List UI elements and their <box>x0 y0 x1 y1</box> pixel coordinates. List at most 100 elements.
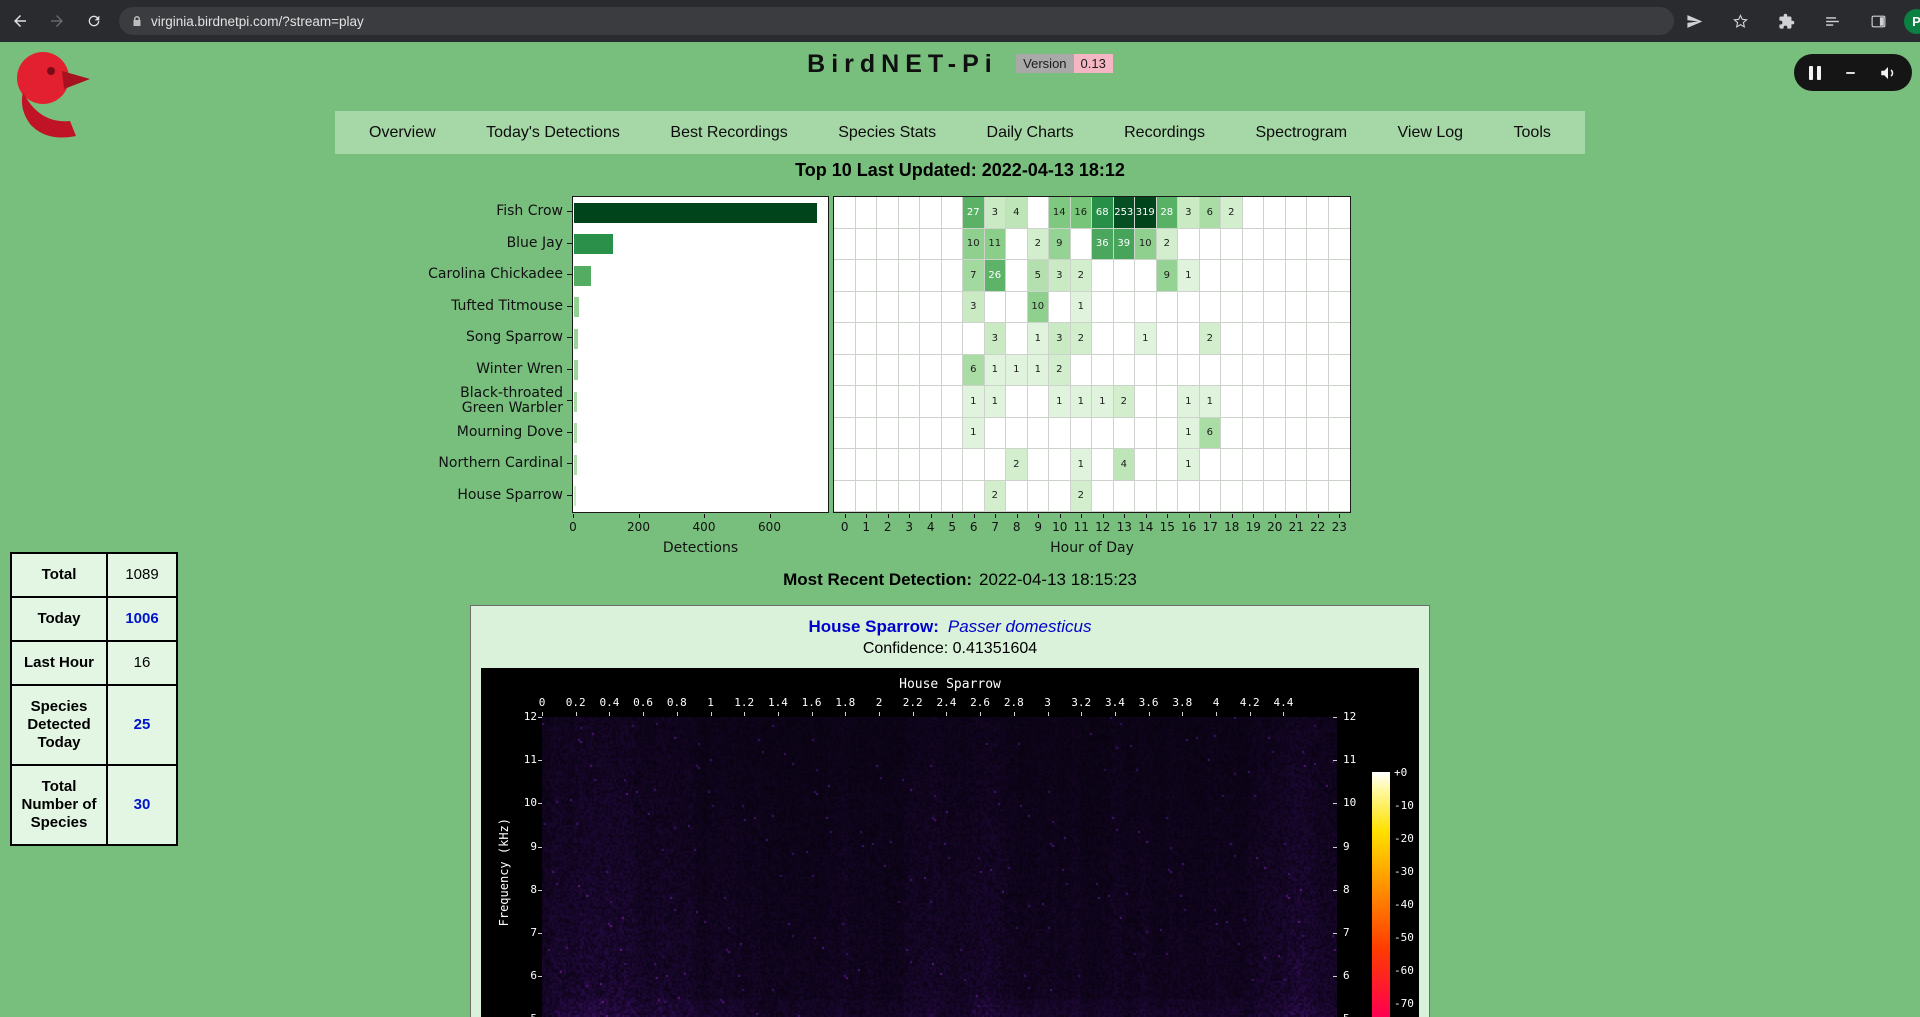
share-button[interactable] <box>1677 4 1711 38</box>
spectrogram-time-tickmark <box>980 712 981 716</box>
heatmap-cell <box>1200 229 1222 261</box>
heatmap-cell <box>1200 449 1222 481</box>
stat-value[interactable]: 30 <box>107 765 177 845</box>
spectrogram-freq-tickmark <box>1333 717 1337 718</box>
hour-axis-tickmark <box>1318 514 1319 518</box>
heatmap-cell <box>1221 481 1243 513</box>
hour-axis-tick: 6 <box>970 520 978 534</box>
spectrogram-freq-tick: 11 <box>493 753 537 766</box>
hour-axis-tickmark <box>1124 514 1125 518</box>
heatmap-cell <box>1092 481 1114 513</box>
nav-item-overview[interactable]: Overview <box>369 124 436 142</box>
hour-axis-tickmark <box>1253 514 1254 518</box>
extensions-button[interactable] <box>1769 4 1803 38</box>
bookmark-button[interactable] <box>1723 4 1757 38</box>
heatmap-cell: 1 <box>1006 355 1028 387</box>
heatmap-cell <box>856 260 878 292</box>
stats-row: Last Hour16 <box>11 641 177 685</box>
nav-item-view-log[interactable]: View Log <box>1398 124 1464 142</box>
nav-item-recordings[interactable]: Recordings <box>1124 124 1205 142</box>
heatmap-cell <box>1028 386 1050 418</box>
hour-axis-tickmark <box>1189 514 1190 518</box>
audio-timeline[interactable] <box>1846 72 1855 74</box>
side-panel-button[interactable] <box>1861 4 1895 38</box>
heatmap-cell <box>1006 229 1028 261</box>
version-value: 0.13 <box>1074 54 1113 73</box>
heatmap-cell <box>1286 197 1308 229</box>
spectrogram-time-tickmark <box>1115 712 1116 716</box>
heatmap-cell: 2 <box>1114 386 1136 418</box>
heatmap-cell <box>920 197 942 229</box>
heatmap-cell <box>877 292 899 324</box>
forward-button[interactable] <box>40 4 74 38</box>
heatmap-cell: 6 <box>1200 197 1222 229</box>
heatmap-cell: 1 <box>1178 260 1200 292</box>
queue-icon <box>1824 13 1841 30</box>
heatmap-cell <box>1135 481 1157 513</box>
url-bar[interactable]: virginia.birdnetpi.com/?stream=play <box>119 7 1674 35</box>
nav-item-best-recordings[interactable]: Best Recordings <box>670 124 787 142</box>
hour-axis-tickmark <box>888 514 889 518</box>
nav-item-today-s-detections[interactable]: Today's Detections <box>486 124 620 142</box>
nav-item-tools[interactable]: Tools <box>1514 124 1551 142</box>
heatmap-cell <box>920 449 942 481</box>
heatmap-cell <box>1329 386 1351 418</box>
spectrogram-time-tickmark <box>845 712 846 716</box>
species-label: Mourning Dove <box>420 417 572 449</box>
stat-value[interactable]: 25 <box>107 685 177 765</box>
reload-button[interactable] <box>77 4 111 38</box>
heatmap-cell <box>1307 323 1329 355</box>
heatmap-cell <box>877 323 899 355</box>
heatmap-cell <box>1157 418 1179 450</box>
spectrogram-freq-tickmark <box>538 847 542 848</box>
media-queue-button[interactable] <box>1815 4 1849 38</box>
hour-axis-tickmark <box>866 514 867 518</box>
spectrogram-freq-tick: 12 <box>1343 710 1356 723</box>
heatmap-cell <box>1286 292 1308 324</box>
heatmap-cell <box>963 449 985 481</box>
heatmap-cell <box>1307 449 1329 481</box>
heatmap-cell: 28 <box>1157 197 1179 229</box>
nav-item-daily-charts[interactable]: Daily Charts <box>987 124 1074 142</box>
speaker-icon[interactable] <box>1879 64 1897 82</box>
bar-axis-tickmark <box>573 514 574 518</box>
heatmap-cell <box>1307 418 1329 450</box>
spectrogram-time-tickmark <box>1081 712 1082 716</box>
spectrogram-freq-tick: 6 <box>1343 969 1350 982</box>
stat-label: Today <box>11 597 107 641</box>
heatmap-cell <box>920 229 942 261</box>
spectrogram-time-tickmark <box>1250 712 1251 716</box>
heatmap-plot-area: 2734141668253319283621011293639102726532… <box>833 196 1351 513</box>
heatmap-cell: 1 <box>1178 418 1200 450</box>
heatmap-cell <box>1178 481 1200 513</box>
spectrogram-time-tickmark <box>1216 712 1217 716</box>
detections-bar <box>574 203 817 223</box>
profile-avatar[interactable]: P <box>1904 9 1920 34</box>
heatmap-cell <box>899 418 921 450</box>
colorbar-db-tick: -10 <box>1394 799 1414 812</box>
heatmap-cell <box>1028 197 1050 229</box>
audio-player[interactable] <box>1794 54 1912 91</box>
spectrogram-time-tick: 1.6 <box>802 696 822 709</box>
heatmap-cell: 1 <box>1178 386 1200 418</box>
audio-pause-button[interactable] <box>1809 66 1821 80</box>
heatmap-cell <box>877 260 899 292</box>
spectrogram-time-tick: 2.2 <box>903 696 923 709</box>
stats-table: Total1089Today1006Last Hour16Species Det… <box>10 552 178 846</box>
heatmap-cell: 26 <box>985 260 1007 292</box>
heatmap-cell <box>856 449 878 481</box>
nav-item-species-stats[interactable]: Species Stats <box>838 124 936 142</box>
heatmap-cell <box>1264 386 1286 418</box>
back-button[interactable] <box>3 4 37 38</box>
heatmap-cell <box>1286 386 1308 418</box>
spectrogram-time-tick: 0.8 <box>667 696 687 709</box>
spectrogram-time-tickmark <box>1283 712 1284 716</box>
heatmap-cell <box>1221 355 1243 387</box>
heatmap-cell <box>1028 449 1050 481</box>
heatmap-cell <box>1092 323 1114 355</box>
nav-item-spectrogram[interactable]: Spectrogram <box>1256 124 1348 142</box>
stat-value[interactable]: 1006 <box>107 597 177 641</box>
heatmap-cell <box>899 229 921 261</box>
species-name[interactable]: House Sparrow: <box>809 617 939 636</box>
heatmap-cell: 2 <box>1006 449 1028 481</box>
